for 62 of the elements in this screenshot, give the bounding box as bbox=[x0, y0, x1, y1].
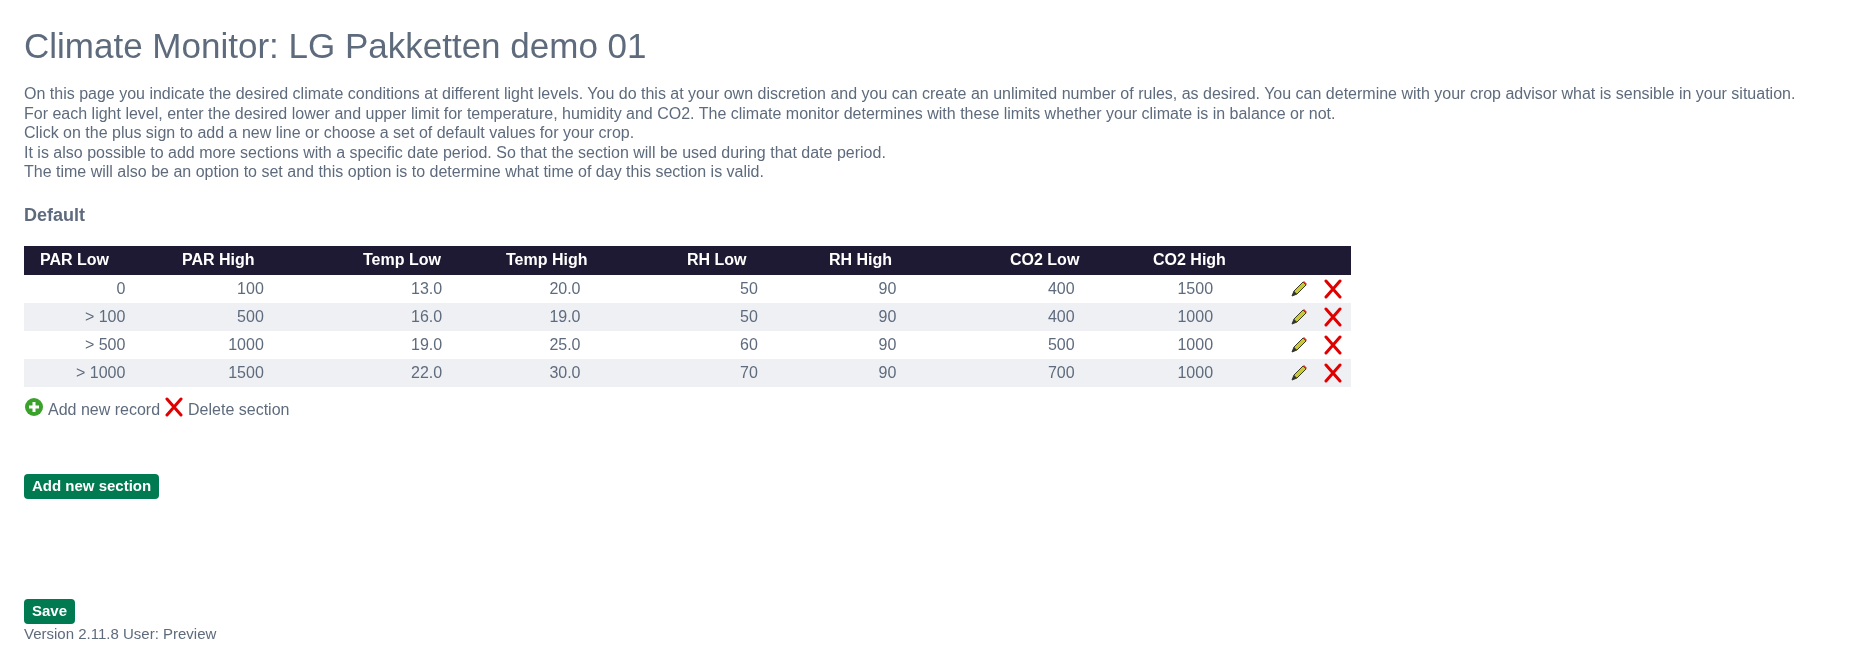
column-header: Temp Low bbox=[362, 250, 442, 270]
intro-paragraph: The time will also be an option to set and this option is to determine what time of day this section is valid. bbox=[24, 162, 765, 182]
table-cell-text: 90 bbox=[877, 306, 898, 327]
delete-icon[interactable] bbox=[1323, 278, 1344, 299]
table-cell-text: > 1000 bbox=[75, 362, 127, 383]
delete-icon[interactable] bbox=[1323, 362, 1344, 383]
column-header: PAR Low bbox=[39, 250, 111, 270]
table-cell-text: 1000 bbox=[1176, 334, 1215, 355]
table-cell-text: 50 bbox=[739, 306, 759, 327]
pencil-icon[interactable] bbox=[1289, 334, 1310, 355]
intro-paragraph: On this page you indicate the desired climate conditions at different light levels. You do this at your own discretion and you can create an unlimited number of rules, as desired. You can determine with your crop advisor what is sensible in your situation. bbox=[24, 84, 1797, 104]
table-cell-text: 1000 bbox=[1176, 362, 1215, 383]
delete-section-link[interactable]: Delete section bbox=[188, 397, 290, 422]
table-cell-text: 50 bbox=[739, 278, 759, 299]
table-cell-text: 22.0 bbox=[410, 362, 444, 383]
intro-paragraph: Click on the plus sign to add a new line or choose a set of default values for your crop. bbox=[24, 123, 636, 143]
table-cell-text: 90 bbox=[877, 278, 898, 299]
table-cell-text: 70 bbox=[739, 362, 759, 383]
table-cell-text: 1500 bbox=[1176, 278, 1215, 299]
table-cell-text: 19.0 bbox=[410, 334, 444, 355]
table-cell-text: 19.0 bbox=[548, 306, 582, 327]
column-header: CO2 Low bbox=[1009, 250, 1081, 270]
section-title: Default bbox=[24, 203, 86, 227]
intro-paragraph: It is also possible to add more sections with a specific date period. So that the section will be used during that date period. bbox=[24, 142, 887, 162]
delete-icon[interactable] bbox=[164, 396, 185, 417]
column-header: RH High bbox=[828, 250, 894, 270]
page-title: Climate Monitor: LG Pakketten demo 01 bbox=[24, 25, 648, 67]
table-cell-text: 90 bbox=[877, 362, 898, 383]
table-cell-text: > 500 bbox=[83, 334, 127, 355]
table-cell-text: 20.0 bbox=[548, 278, 582, 299]
pencil-icon[interactable] bbox=[1289, 278, 1310, 299]
table-cell-text: 500 bbox=[236, 306, 265, 327]
column-header: CO2 High bbox=[1152, 250, 1227, 270]
table-cell-text: 0 bbox=[115, 278, 127, 299]
column-header: PAR High bbox=[181, 250, 256, 270]
table-cell-text: 13.0 bbox=[410, 278, 444, 299]
table-cell-text: 100 bbox=[236, 278, 265, 299]
table-cell-text: 400 bbox=[1046, 306, 1076, 327]
table-cell-text: 16.0 bbox=[410, 306, 444, 327]
add-section-button[interactable]: Add new section bbox=[24, 473, 160, 499]
column-header: Temp High bbox=[505, 250, 589, 270]
table-cell-text: > 100 bbox=[83, 306, 127, 327]
delete-icon[interactable] bbox=[1323, 334, 1344, 355]
pencil-icon[interactable] bbox=[1289, 362, 1310, 383]
table-cell-text: 500 bbox=[1046, 334, 1076, 355]
table-cell-text: 1000 bbox=[227, 334, 265, 355]
table-cell-text: 90 bbox=[877, 334, 898, 355]
add-icon[interactable] bbox=[24, 396, 44, 417]
column-header: RH Low bbox=[686, 250, 748, 270]
table-cell-text: 60 bbox=[739, 334, 759, 355]
table-cell-text: 1500 bbox=[227, 362, 265, 383]
table-cell-text: 700 bbox=[1046, 362, 1076, 383]
add-record-link[interactable]: Add new record bbox=[48, 397, 161, 422]
table-cell-text: 25.0 bbox=[548, 334, 582, 355]
delete-icon[interactable] bbox=[1323, 306, 1344, 327]
save-button[interactable]: Save bbox=[24, 598, 76, 624]
pencil-icon[interactable] bbox=[1289, 306, 1310, 327]
table-cell-text: 1000 bbox=[1176, 306, 1215, 327]
table-cell-text: 30.0 bbox=[548, 362, 582, 383]
intro-paragraph: For each light level, enter the desired lower and upper limit for temperature, humidity and CO2. The climate monitor determines with these limits whether your climate is in balance or not. bbox=[24, 103, 1337, 123]
table-cell-text: 400 bbox=[1046, 278, 1076, 299]
version-text: Version 2.11.8 User: Preview bbox=[24, 623, 218, 644]
